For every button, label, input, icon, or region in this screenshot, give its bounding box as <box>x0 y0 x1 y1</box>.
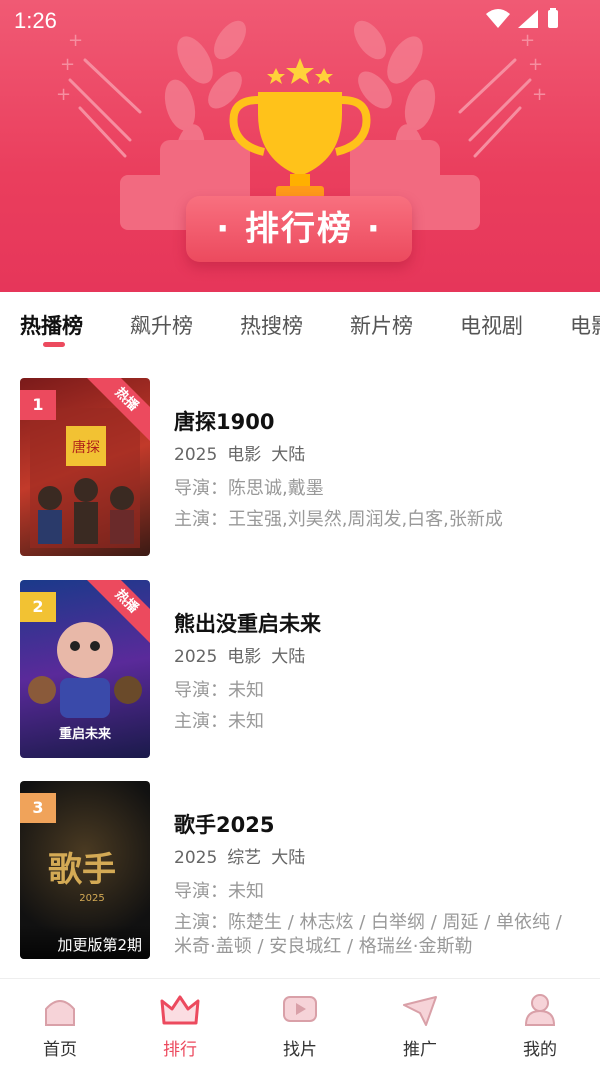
item-type: 电影 <box>227 445 262 465</box>
tab-hot-search[interactable]: 热搜榜 <box>240 310 303 340</box>
svg-text:重启未来: 重启未来 <box>59 726 112 742</box>
nav-label: 我的 <box>523 1040 557 1060</box>
signal-icon <box>518 10 538 28</box>
tab-rising[interactable]: 飙升榜 <box>130 310 193 340</box>
item-title[interactable]: 熊出没重启未来 <box>174 608 321 638</box>
clock: 1:26 <box>14 8 57 33</box>
item-year: 2025 <box>174 848 218 868</box>
bottom-nav: 首页 排行 找片 推广 我的 <box>0 978 600 1067</box>
nav-home[interactable]: 首页 <box>0 989 120 1060</box>
item-cast: 主演：王宝强,刘昊然,周润发,白客,张新成 <box>174 509 503 530</box>
list-item[interactable]: 唐探 1 热播 唐探1900 2025 电影 大陆 导演：陈思诚,戴墨 主演：王宝强… <box>0 378 600 558</box>
item-type: 综艺 <box>227 848 262 868</box>
svg-text:2025: 2025 <box>79 893 104 904</box>
svg-text:唐探: 唐探 <box>72 439 100 456</box>
wifi-icon <box>486 9 510 28</box>
battery-icon <box>548 8 558 28</box>
hero-title: · 排行榜 · <box>186 196 412 262</box>
nav-ranking[interactable]: 排行 <box>120 989 240 1060</box>
crown-icon <box>160 995 200 1025</box>
item-title[interactable]: 歌手2025 <box>174 809 274 839</box>
home-icon <box>45 1000 75 1026</box>
category-tabs: 热播榜 飙升榜 热搜榜 新片榜 电视剧 电影 <box>0 292 600 354</box>
rank-badge: 2 <box>20 592 56 622</box>
rank-badge: 3 <box>20 793 56 823</box>
svg-text:+: + <box>56 84 71 105</box>
item-director: 导演：未知 <box>174 680 264 701</box>
play-icon <box>283 996 317 1022</box>
item-region: 大陆 <box>271 647 306 667</box>
item-region: 大陆 <box>271 445 306 465</box>
tab-new[interactable]: 新片榜 <box>350 310 413 340</box>
list-item[interactable]: 重启未来 2 热播 熊出没重启未来 2025 电影 大陆 导演：未知 主演：未知 <box>0 580 600 760</box>
list-item[interactable]: 歌手 2025 3 加更版第2期 歌手2025 2025 综艺 大陆 导演：未知 主… <box>0 781 600 961</box>
item-region: 大陆 <box>271 848 306 868</box>
nav-label: 排行 <box>163 1040 197 1060</box>
status-bar: 1:26 <box>0 0 600 40</box>
tab-hot-play[interactable]: 热播榜 <box>20 310 83 340</box>
status-icons <box>484 8 564 36</box>
nav-label: 推广 <box>403 1040 437 1060</box>
item-year: 2025 <box>174 647 218 667</box>
item-type: 电影 <box>227 647 262 667</box>
item-year: 2025 <box>174 445 218 465</box>
nav-find[interactable]: 找片 <box>240 989 360 1060</box>
item-meta: 2025 电影 大陆 <box>174 440 315 465</box>
tab-active-indicator <box>43 342 65 347</box>
tab-movie[interactable]: 电影 <box>570 310 600 340</box>
item-meta: 2025 电影 大陆 <box>174 642 315 667</box>
nav-mine[interactable]: 我的 <box>480 989 600 1060</box>
item-cast: 主演：未知 <box>174 711 264 732</box>
svg-text:+: + <box>60 54 75 75</box>
item-meta: 2025 综艺 大陆 <box>174 843 315 868</box>
svg-text:+: + <box>528 54 543 75</box>
item-cast: 主演：陈楚生 / 林志炫 / 白举纲 / 周延 / 单依纯 / 米奇·盖顿 / … <box>174 912 562 957</box>
svg-text:歌手: 歌手 <box>48 850 116 890</box>
nav-label: 首页 <box>43 1040 77 1060</box>
poster-image[interactable]: 歌手 2025 3 加更版第2期 <box>20 781 150 959</box>
nav-promote[interactable]: 推广 <box>360 989 480 1060</box>
poster-caption: 加更版第2期 <box>20 925 150 959</box>
item-title[interactable]: 唐探1900 <box>174 406 274 436</box>
send-icon <box>403 996 437 1026</box>
poster-image[interactable]: 唐探 1 热播 <box>20 378 150 556</box>
rank-badge: 1 <box>20 390 56 420</box>
hero-banner: + + + + + + 1:26 · 排行榜 · <box>0 0 600 292</box>
svg-text:+: + <box>532 84 547 105</box>
item-director: 导演：陈思诚,戴墨 <box>174 478 324 499</box>
tab-tv[interactable]: 电视剧 <box>460 310 523 340</box>
poster-image[interactable]: 重启未来 2 热播 <box>20 580 150 758</box>
item-director: 导演：未知 <box>174 881 264 902</box>
nav-label: 找片 <box>283 1040 317 1060</box>
user-icon <box>524 994 556 1026</box>
